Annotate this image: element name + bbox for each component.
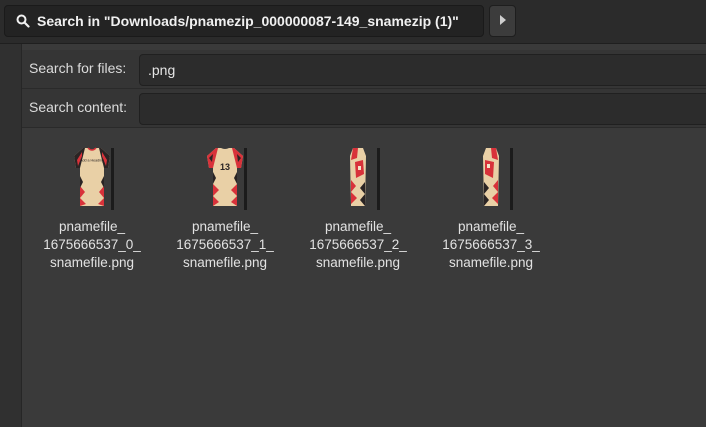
jersey-side-icon bbox=[350, 148, 366, 206]
jersey-front-icon: Add a Heading bbox=[74, 147, 110, 206]
search-files-label: Search for files: bbox=[29, 60, 127, 76]
file-thumbnail: 13 bbox=[206, 146, 247, 210]
jersey-side-icon bbox=[483, 148, 499, 206]
file-item[interactable]: Add a Heading pnamefile_ 1675666537_0_ s… bbox=[29, 146, 155, 272]
file-name: pnamefile_ 1675666537_2_ snamefile.png bbox=[309, 219, 407, 270]
file-name: pnamefile_ 1675666537_1_ snamefile.png bbox=[176, 219, 274, 270]
search-files-input[interactable]: .png bbox=[139, 54, 706, 86]
jersey-number: 13 bbox=[220, 162, 230, 172]
file-grid: Add a Heading pnamefile_ 1675666537_0_ s… bbox=[22, 128, 706, 427]
file-thumbnail bbox=[339, 146, 380, 210]
file-item[interactable]: 13 pnamefile_ 1675666537_1_ snamefile.pn… bbox=[162, 146, 288, 272]
breadcrumb-next-button[interactable] bbox=[489, 5, 516, 37]
file-item[interactable]: pnamefile_ 1675666537_2_ snamefile.png bbox=[295, 146, 421, 272]
search-location-label: Search in "Downloads/pnamezip_000000087-… bbox=[37, 13, 459, 29]
search-content-row: Search content: bbox=[22, 89, 706, 128]
top-bar: Search in "Downloads/pnamezip_000000087-… bbox=[0, 0, 706, 44]
jersey-back-icon: 13 bbox=[207, 148, 243, 206]
left-sidebar-edge bbox=[0, 44, 22, 427]
search-files-row: Search for files: .png bbox=[22, 50, 706, 89]
file-name: pnamefile_ 1675666537_3_ snamefile.png bbox=[442, 219, 540, 270]
search-content-input[interactable] bbox=[139, 93, 706, 125]
file-item[interactable]: pnamefile_ 1675666537_3_ snamefile.png bbox=[428, 146, 554, 272]
jersey-text: Add a Heading bbox=[80, 159, 104, 163]
file-thumbnail: Add a Heading bbox=[73, 146, 114, 210]
search-icon bbox=[11, 14, 35, 28]
search-content-label: Search content: bbox=[29, 99, 128, 115]
chevron-right-icon bbox=[499, 12, 507, 30]
file-thumbnail bbox=[472, 146, 513, 210]
search-location-breadcrumb[interactable]: Search in "Downloads/pnamezip_000000087-… bbox=[4, 5, 484, 37]
file-name: pnamefile_ 1675666537_0_ snamefile.png bbox=[43, 219, 141, 270]
